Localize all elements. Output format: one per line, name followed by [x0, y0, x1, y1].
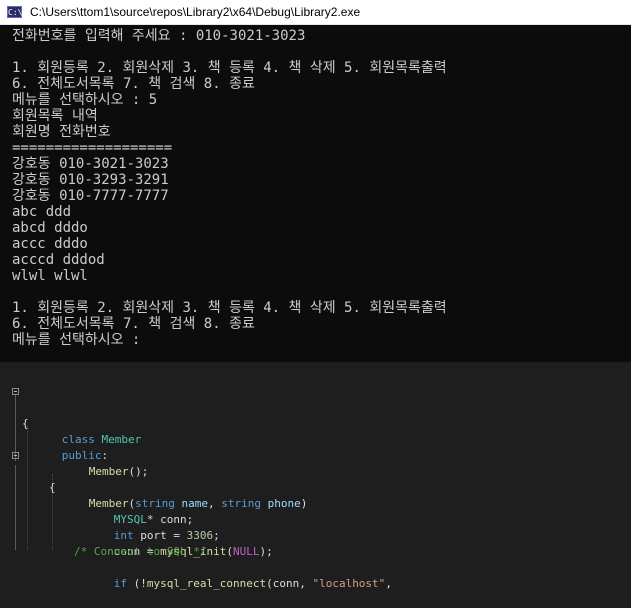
code-line[interactable]: /* Connect to SQL */ [0, 528, 631, 558]
console-line: 강호동 010-3021-3023 [12, 156, 169, 172]
code-line[interactable]: Member(string name, string phone) [0, 448, 631, 510]
console-line: 메뉴를 선택하시오 : [12, 332, 141, 348]
code-line[interactable]: { [0, 400, 631, 430]
window-titlebar[interactable]: C:\ C:\Users\ttom1\source\repos\Library2… [0, 0, 631, 25]
code-text: (conn, [266, 577, 313, 590]
console-line: acccd dddod [12, 252, 105, 268]
collapse-toggle-icon[interactable] [12, 452, 19, 459]
console-line: 6. 전체도서목록 7. 책 검색 8. 종료 [12, 76, 255, 92]
console-line: wlwl wlwl [12, 268, 88, 284]
code-line[interactable]: int port = 3306; [0, 496, 631, 542]
code-line[interactable]: Member(); [0, 432, 631, 478]
console-line: 강호동 010-7777-7777 [12, 188, 169, 204]
console-window[interactable]: C:\ C:\Users\ttom1\source\repos\Library2… [0, 0, 631, 362]
code-line[interactable]: class Member [0, 384, 631, 446]
console-line: 회원목록 내역 [12, 108, 98, 124]
console-line: 전화번호를 입력해 주세요 : 010-3021-3023 [12, 28, 306, 44]
console-line: 6. 전체도서목록 7. 책 검색 8. 종료 [12, 316, 255, 332]
console-line: 메뉴를 선택하시오 : 5 [12, 92, 158, 108]
window-title: C:\Users\ttom1\source\repos\Library2\x64… [30, 5, 361, 19]
console-line: =================== [12, 140, 173, 156]
code-string: "localhost" [312, 577, 386, 590]
code-editor[interactable]: class Member { public: Member(); Member(… [0, 362, 631, 590]
console-line: 회원명 전화번호 [12, 124, 111, 140]
code-punct: , [385, 577, 392, 590]
code-text: (! [127, 577, 147, 590]
console-app-icon: C:\ [7, 6, 23, 18]
code-line[interactable]: if (!mysql_real_connect(conn, "localhost… [0, 544, 631, 590]
console-line: abc ddd [12, 204, 72, 220]
code-function: mysql_real_connect [146, 577, 267, 590]
console-line: 1. 회원등록 2. 회원삭제 3. 책 등록 4. 책 삭제 5. 회원목록출… [12, 60, 447, 76]
console-line: 1. 회원등록 2. 회원삭제 3. 책 등록 4. 책 삭제 5. 회원목록출… [12, 300, 447, 316]
console-line: abcd dddo [12, 220, 88, 236]
console-line: accc dddo [12, 236, 88, 252]
collapse-toggle-icon[interactable] [12, 388, 19, 395]
code-line[interactable]: conn = mysql_init(NULL); [0, 512, 631, 558]
console-output[interactable]: 전화번호를 입력해 주세요 : 010-3021-3023 1. 회원등록 2.… [12, 28, 627, 358]
code-line[interactable]: public: [0, 416, 631, 462]
code-line[interactable]: { [0, 464, 631, 494]
code-line[interactable]: MYSQL* conn; [0, 480, 631, 526]
code-keyword: if [113, 577, 127, 590]
console-line: 강호동 010-3293-3291 [12, 172, 169, 188]
